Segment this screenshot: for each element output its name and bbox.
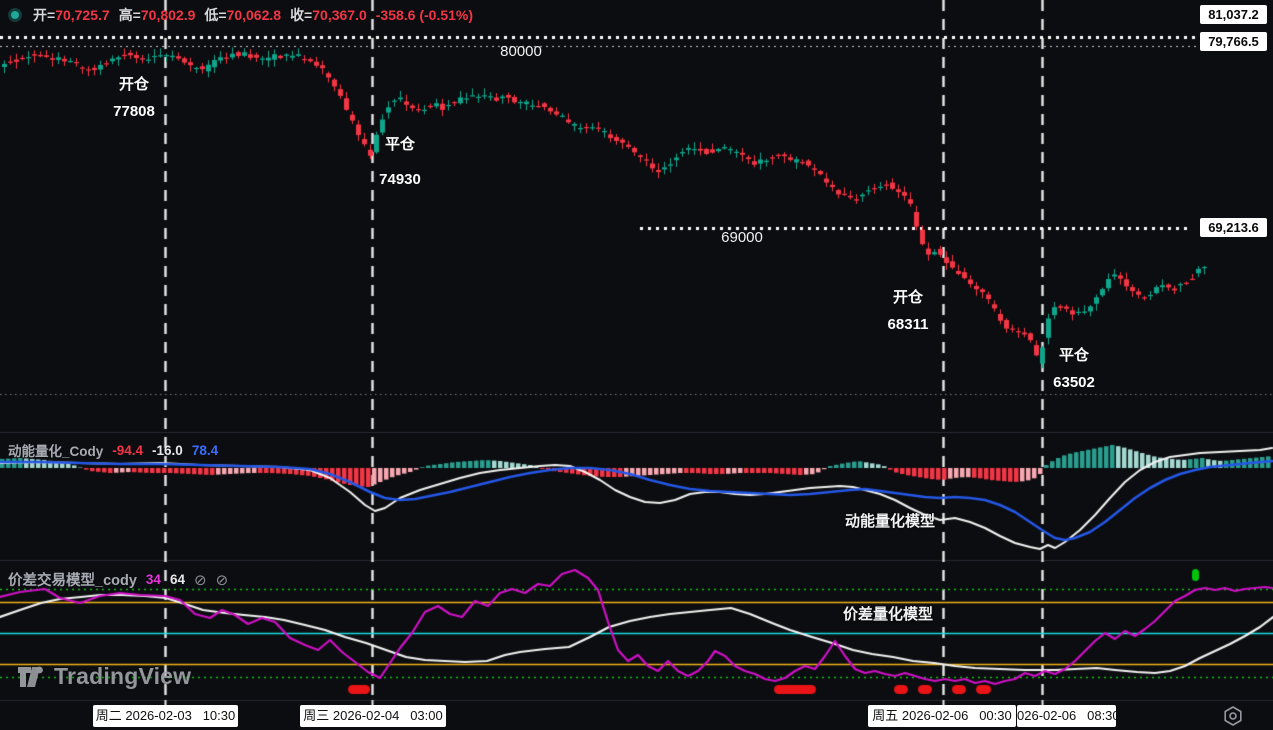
exit-annotation-1: 平仓 74930 (366, 137, 434, 188)
ohlc-legend[interactable]: 开=70,725.7 高=70,802.9 低=70,062.8 收=70,36… (8, 5, 473, 25)
price-label-upper: 81,037.2 (1200, 5, 1267, 24)
exit2-price: 63502 (1040, 375, 1108, 391)
level-80000-label: 80000 (489, 43, 553, 60)
ohlc-close: 收=70,367.0 (290, 5, 367, 25)
exit1-price: 74930 (366, 172, 434, 188)
spread-indicator-legend[interactable]: 价差交易模型_cody 34 64 ⊘ ⊘ (8, 569, 228, 590)
entry-annotation-2: 开仓 68311 (875, 290, 941, 333)
entry1-tag: 开仓 (101, 77, 167, 93)
hide-icon-2[interactable]: ⊘ (216, 571, 229, 589)
tradingview-logo-text: TradingView (54, 663, 191, 690)
momentum-value-3: 78.4 (192, 443, 218, 458)
symbol-status-icon (8, 8, 22, 22)
timezone-settings-icon[interactable] (1220, 703, 1246, 729)
exit2-tag: 平仓 (1040, 348, 1108, 364)
time-label-1: 周二 2026-02-03 10:30 (93, 705, 238, 727)
tradingview-logo[interactable]: TradingView (17, 663, 191, 690)
entry1-price: 77808 (101, 104, 167, 120)
exit1-tag: 平仓 (366, 137, 434, 153)
hide-icon[interactable]: ⊘ (194, 571, 207, 589)
entry2-tag: 开仓 (875, 290, 941, 306)
spread-model-label: 价差量化模型 (843, 603, 933, 624)
time-label-2: 周三 2026-02-04 03:00 (300, 705, 446, 727)
momentum-indicator-legend[interactable]: 动能量化_Cody -94.4 -16.0 78.4 (8, 440, 218, 460)
entry2-price: 68311 (875, 317, 941, 333)
momentum-value-2: -16.0 (152, 443, 183, 458)
ohlc-change: -358.6 (-0.51%) (376, 7, 473, 23)
time-label-4: 026-02-06 08:30 (1017, 705, 1116, 727)
spread-value-2: 64 (170, 572, 185, 587)
level-69000-label: 69000 (710, 229, 774, 246)
price-label-high: 79,766.5 (1200, 32, 1267, 51)
trading-chart-window: 开=70,725.7 高=70,802.9 低=70,062.8 收=70,36… (0, 0, 1273, 730)
momentum-value-1: -94.4 (112, 443, 143, 458)
tradingview-logo-icon (17, 664, 47, 690)
momentum-indicator-title: 动能量化_Cody (8, 440, 103, 460)
ohlc-open: 开=70,725.7 (33, 5, 110, 25)
exit-annotation-2: 平仓 63502 (1040, 348, 1108, 391)
ohlc-low: 低=70,062.8 (204, 5, 281, 25)
ohlc-high: 高=70,802.9 (119, 5, 196, 25)
time-label-3: 周五 2026-02-06 00:30 (868, 705, 1016, 727)
spread-indicator-title: 价差交易模型_cody (8, 569, 137, 590)
momentum-model-label: 动能量化模型 (845, 510, 935, 531)
price-label-level: 69,213.6 (1200, 218, 1267, 237)
spread-value-1: 34 (146, 572, 161, 587)
entry-annotation-1: 开仓 77808 (101, 77, 167, 120)
